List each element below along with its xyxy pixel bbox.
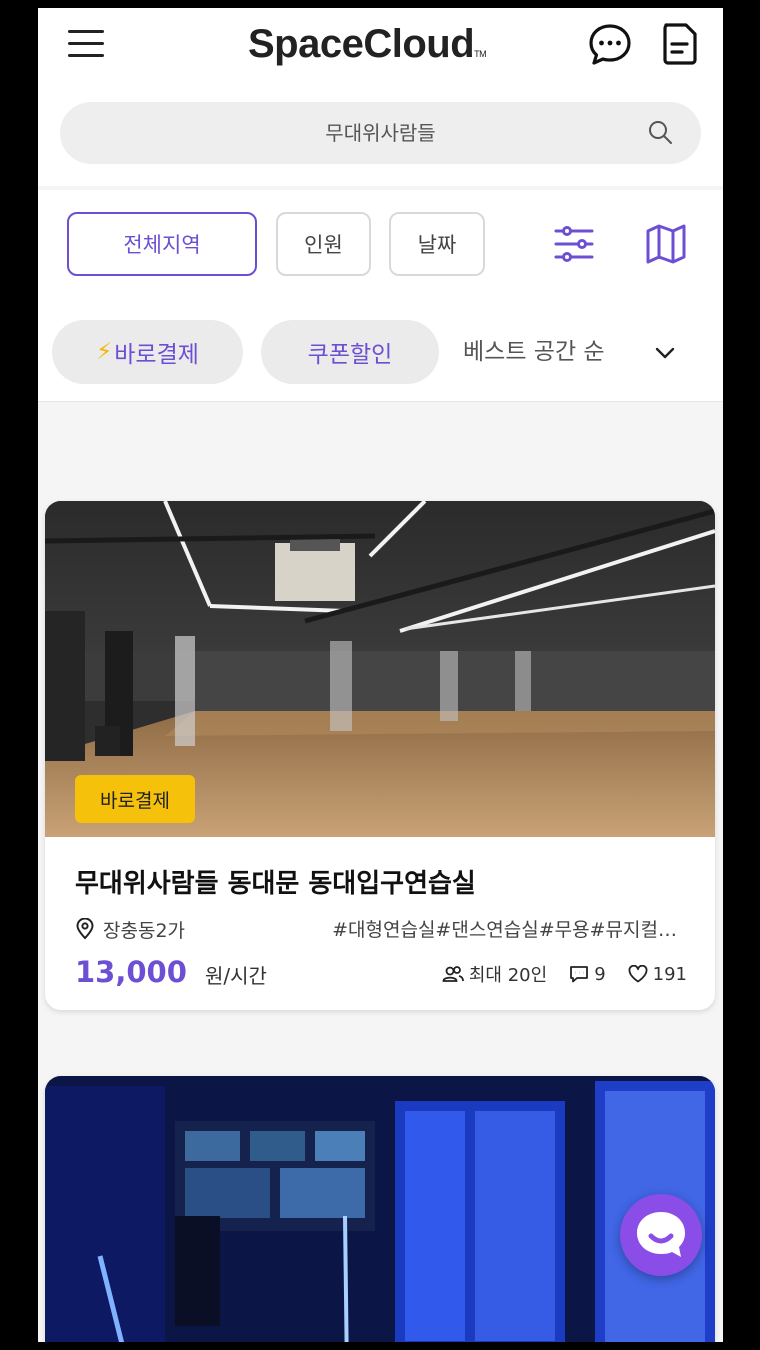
search-value: 무대위사람들 [325,121,436,145]
listing-price-unit: 원/시간 [205,964,267,988]
location-pin-icon [76,918,94,940]
listing-location-text: 장충동2가 [103,919,186,942]
logo-text: SpaceCloud [248,22,475,66]
instant-pay-label: 바로결제 [114,342,199,368]
review-count: 9 [594,963,606,985]
listing-card[interactable]: 바로결제 무대위사람들 동대문 동대입구연습실 장충동2가 #대형연습실#댄스연… [45,501,715,1010]
date-filter-button[interactable]: 날짜 [389,212,485,276]
sort-dropdown[interactable]: 베스트 공간 순 [463,320,605,384]
search-input[interactable]: 무대위사람들 [60,102,701,164]
like-count: 191 [652,963,687,985]
chat-icon[interactable] [588,22,632,66]
like-stat[interactable]: 191 [628,964,687,985]
listing-title[interactable]: 무대위사람들 동대문 동대입구연습실 [75,863,476,900]
filter-bar: 전체지역 인원 날짜 ⚡ 바로결제 쿠폰할인 베스트 공간 순 [38,190,723,402]
menu-icon[interactable] [66,26,106,62]
search-icon[interactable] [647,119,673,145]
listing-location: 장충동2가 [75,915,185,943]
map-icon[interactable] [644,222,688,266]
capacity-text: 최대 20인 [468,965,548,986]
listing-card[interactable] [45,1076,715,1342]
app-screen: SpaceCloudTM 무대위사람들 전체지역 인원 날짜 ⚡ 바로결제 쿠폰… [38,8,723,1342]
chat-bot-icon [637,1212,685,1257]
instant-pay-chip[interactable]: ⚡ 바로결제 [52,320,243,384]
phone-frame: SpaceCloudTM 무대위사람들 전체지역 인원 날짜 ⚡ 바로결제 쿠폰… [30,0,730,1350]
chevron-down-icon[interactable] [650,338,680,368]
filter-sliders-icon[interactable] [552,222,596,266]
document-icon[interactable] [660,22,700,66]
listing-tags: #대형연습실#댄스연습실#무용#뮤지컬… [332,919,677,941]
logo-tm: TM [474,49,487,59]
people-filter-button[interactable]: 인원 [276,212,371,276]
people-icon [442,966,464,982]
logo[interactable]: SpaceCloudTM [248,22,508,72]
comment-icon [570,966,589,983]
region-filter-button[interactable]: 전체지역 [67,212,257,276]
instant-pay-badge: 바로결제 [75,775,195,823]
capacity-stat: 최대 20인 [442,961,547,987]
coupon-chip[interactable]: 쿠폰할인 [261,320,439,384]
chat-bot-button[interactable] [620,1194,702,1276]
listing-price: 13,000 [75,955,187,989]
listing-photo: 바로결제 [45,501,715,837]
review-stat: 9 [569,963,606,985]
heart-icon[interactable] [628,965,648,983]
listing-stats: 최대 20인 9 191 [420,961,687,987]
lightning-icon: ⚡ [96,339,113,365]
listing-photo [45,1076,715,1342]
top-bar: SpaceCloudTM 무대위사람들 [38,8,723,186]
